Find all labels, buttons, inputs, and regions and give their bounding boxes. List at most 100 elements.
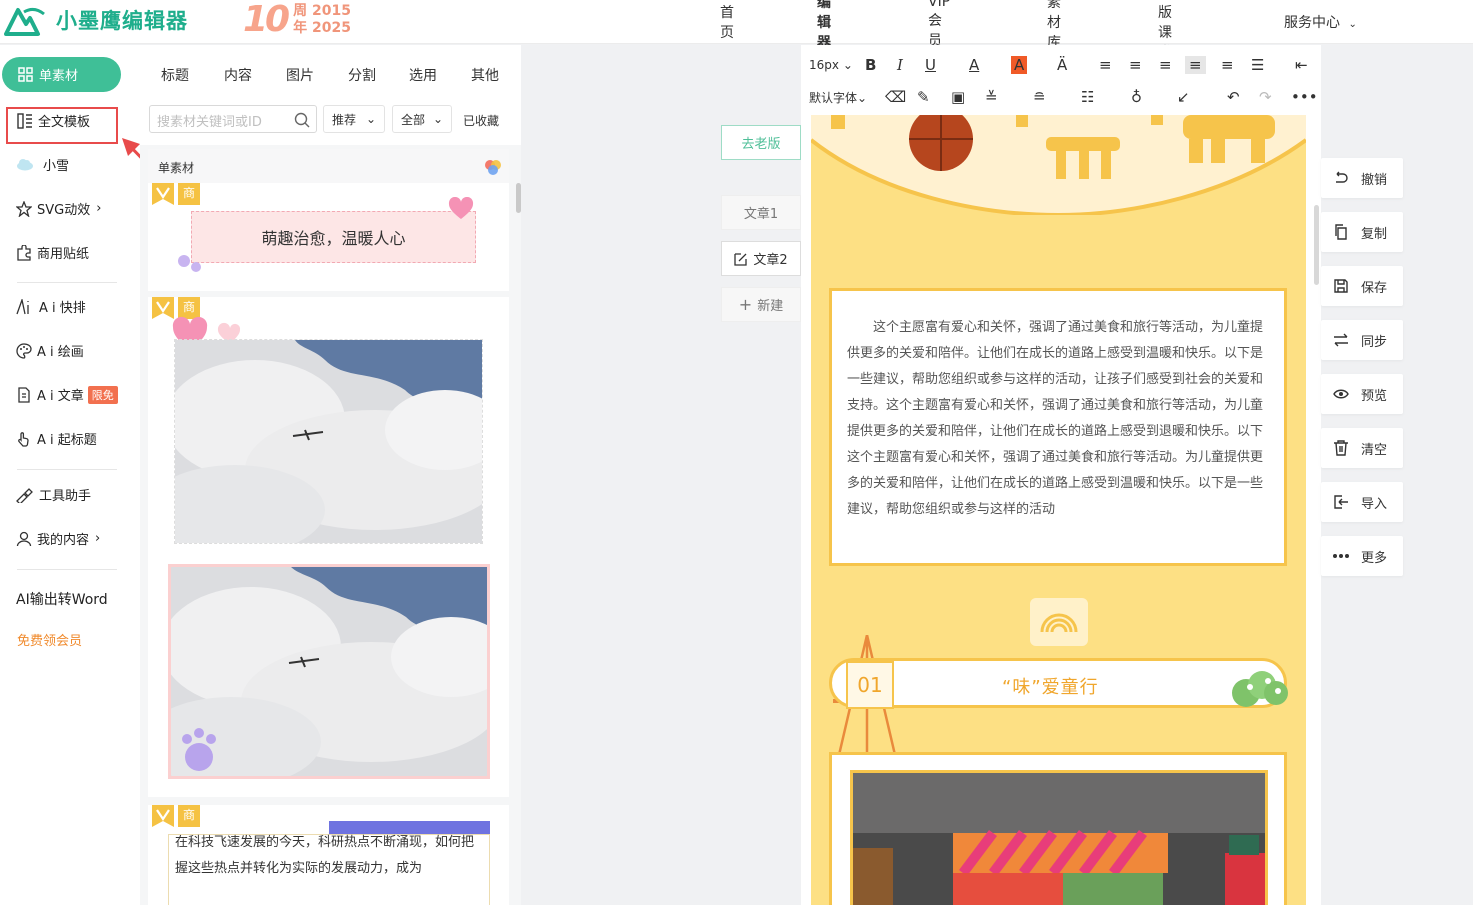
sidebar-item-ai-layout[interactable]: A i 快排: [16, 297, 86, 316]
template-icon: [17, 112, 32, 129]
sidebar-label: 商用贴纸: [37, 247, 90, 262]
toy-blocks-image: [853, 773, 1265, 905]
line-height-icon[interactable]: ☰: [1251, 56, 1264, 74]
sidebar-item-ai-article[interactable]: A i 文章 限免: [16, 385, 118, 404]
sidebar-label: 工具助手: [39, 489, 92, 504]
align-right-icon[interactable]: ≡: [1159, 56, 1172, 74]
preview-button[interactable]: 预览: [1321, 374, 1403, 414]
align-left-icon[interactable]: ≡: [1099, 56, 1112, 74]
sidebar-item-tools[interactable]: 工具助手: [16, 485, 91, 504]
nav-vip[interactable]: VIP会员: [928, 0, 950, 50]
search-input[interactable]: 搜素材关键词或ID: [149, 105, 317, 133]
clouds-photo: [174, 339, 483, 544]
chevron-down-icon: ⌄: [857, 90, 868, 105]
material-card[interactable]: 商 在科技飞速发展的今天，科研热点不断涌现，如何把握这些热点并转化为实际的发展动…: [148, 805, 509, 905]
section-banner[interactable]: 01 “味”爱童行: [829, 658, 1288, 709]
font-color-icon[interactable]: A: [969, 56, 979, 74]
align-justify-icon[interactable]: ≡: [1185, 56, 1206, 74]
tab-divider[interactable]: 分割: [348, 65, 376, 85]
article1-tab[interactable]: 文章1: [721, 195, 801, 230]
heart-icon: [448, 197, 474, 219]
editor-scrollbar[interactable]: [1314, 205, 1319, 285]
logo[interactable]: 小墨鹰编辑器: [4, 4, 188, 36]
image-block[interactable]: [829, 752, 1287, 905]
panel-scrollbar[interactable]: [516, 183, 521, 213]
document-canvas[interactable]: 这个主愿富有爱心和关怀，强调了通过美食和旅行等活动，为儿童提供更多的关爱和陪伴。…: [811, 115, 1306, 905]
underline-icon[interactable]: U: [925, 56, 936, 74]
new-article-label: 新建: [757, 299, 784, 314]
more-button[interactable]: 更多: [1321, 536, 1403, 576]
background-color-icon[interactable]: A: [1011, 56, 1028, 74]
all-select[interactable]: 全部 ⌄: [392, 105, 452, 133]
chevron-down-icon: ⌄: [1348, 19, 1357, 30]
copy-icon: [1335, 224, 1347, 240]
recommend-select[interactable]: 推荐 ⌄: [323, 105, 385, 133]
sync-icon: [1334, 333, 1348, 347]
favorites-link[interactable]: 已收藏: [463, 112, 499, 129]
sidebar-item-svg[interactable]: SVG动效 ›: [16, 199, 101, 218]
sidebar-item-full-template[interactable]: 全文模板: [17, 111, 90, 130]
text-block[interactable]: 这个主愿富有爱心和关怀，强调了通过美食和旅行等活动，为儿童提供更多的关爱和陪伴。…: [829, 288, 1287, 566]
chevron-down-icon: ⌄: [842, 58, 853, 72]
line-style-icon[interactable]: ≘: [1033, 88, 1046, 106]
clouds-image: [171, 567, 487, 776]
sidebar-item-snow[interactable]: 小雪: [16, 155, 69, 174]
font-size-select[interactable]: 16px ⌄: [809, 58, 853, 72]
old-version-button[interactable]: 去老版: [721, 125, 801, 160]
material-card[interactable]: 商: [148, 297, 509, 797]
bulb-icon[interactable]: ♁: [1131, 88, 1142, 106]
clear-button[interactable]: 清空: [1321, 428, 1403, 468]
align-center-icon[interactable]: ≡: [1129, 56, 1142, 74]
action-label: 撤销: [1361, 172, 1388, 188]
eraser-icon[interactable]: ⌫: [885, 88, 906, 106]
color-palette-icon[interactable]: [483, 157, 503, 177]
anniversary-badge: 10 周 2015 年 2025: [243, 2, 351, 38]
commercial-tag: 商: [178, 805, 200, 827]
tab-image[interactable]: 图片: [286, 65, 314, 85]
sidebar-item-my-content[interactable]: 我的内容 ›: [16, 529, 100, 548]
article2-tab[interactable]: 文章2: [721, 241, 801, 276]
more-icon[interactable]: •••: [1291, 88, 1318, 106]
undo-icon: [1336, 171, 1348, 183]
card-title-text: 萌趣治愈，温暖人心: [191, 211, 476, 263]
bold-icon[interactable]: B: [865, 56, 876, 74]
sidebar-item-sticker[interactable]: 商用贴纸: [16, 243, 89, 262]
sidebar-item-ai-title[interactable]: A i 起标题: [16, 429, 97, 448]
free-vip-link[interactable]: 免费领会员: [17, 630, 82, 649]
divider-icon[interactable]: ≚: [985, 88, 998, 106]
undo-icon[interactable]: ↶: [1227, 88, 1240, 106]
undo-button[interactable]: 撤销: [1321, 158, 1403, 198]
grid-icon: [18, 67, 33, 82]
redo-icon[interactable]: ↷: [1259, 88, 1272, 106]
material-card[interactable]: 商 萌趣治愈，温暖人心: [148, 183, 509, 291]
nav-service-label: 服务中心: [1284, 15, 1340, 31]
indent-icon[interactable]: ≡: [1221, 56, 1234, 74]
tab-selected[interactable]: 选用: [409, 65, 437, 85]
save-button[interactable]: 保存: [1321, 266, 1403, 306]
tab-other[interactable]: 其他: [471, 65, 499, 85]
sidebar-label: 我的内容: [37, 533, 90, 548]
sidebar-item-ai-word[interactable]: AI输出转Word: [16, 589, 108, 609]
font-family-select[interactable]: 默认字体⌄: [809, 89, 867, 106]
card-body-text: 在科技飞速发展的今天，科研热点不断涌现，如何把握这些热点并转化为实际的发展动力，…: [175, 835, 475, 876]
italic-icon[interactable]: I: [897, 56, 903, 74]
sidebar-item-single-material[interactable]: 单素材: [2, 57, 121, 92]
sidebar-label: A i 快排: [39, 301, 86, 316]
text-effect-icon[interactable]: Ä: [1057, 56, 1067, 74]
search-icon: [294, 112, 310, 128]
image-icon[interactable]: ▣: [951, 88, 965, 106]
nav-service[interactable]: 服务中心 ⌄: [1284, 12, 1357, 32]
tab-title[interactable]: 标题: [161, 65, 189, 85]
sync-button[interactable]: 同步: [1321, 320, 1403, 360]
new-article-button[interactable]: + 新建: [721, 287, 801, 322]
exit-icon[interactable]: ⇤: [1295, 56, 1308, 74]
nav-home[interactable]: 首页: [720, 2, 734, 42]
copy-button[interactable]: 复制: [1321, 212, 1403, 252]
format-brush-icon[interactable]: ✎: [917, 88, 930, 106]
edit-icon: [734, 252, 748, 266]
tab-content[interactable]: 内容: [224, 65, 252, 85]
import-button[interactable]: 导入: [1321, 482, 1403, 522]
spacing-icon[interactable]: ☷: [1081, 88, 1094, 106]
arrow-icon[interactable]: ↙: [1177, 88, 1190, 106]
sidebar-item-ai-paint[interactable]: A i 绘画: [16, 341, 84, 360]
